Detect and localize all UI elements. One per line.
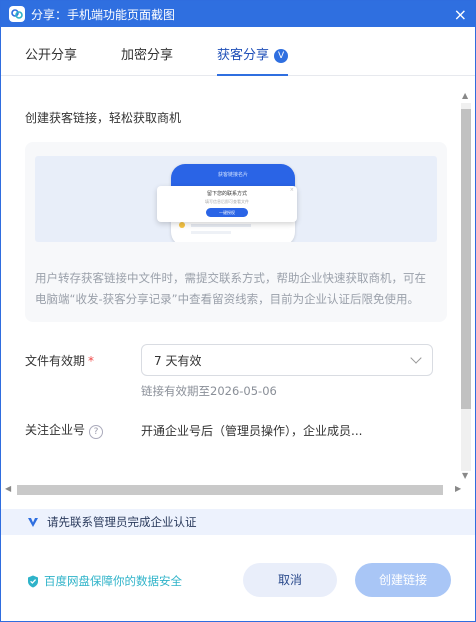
help-icon[interactable]: ?: [89, 425, 104, 439]
enterprise-label-text: 关注企业号: [25, 423, 86, 437]
shield-icon: [28, 575, 38, 587]
required-mark: *: [88, 353, 95, 368]
validity-value: 7 天有效: [154, 353, 202, 368]
dialog-button: 一键授权: [206, 208, 248, 217]
enterprise-row: 关注企业号? 开通企业号后（管理员操作），企业成员...: [25, 421, 447, 439]
feature-illustration: 获客链接名片 × 留下您的联系方式 填写信息后即可查看文件 一键授权: [35, 156, 437, 242]
scrollbar-thumb[interactable]: [461, 109, 471, 409]
validity-hint: 链接有效期至2026-05-06: [141, 384, 277, 398]
app-logo-icon: [9, 6, 25, 22]
validity-row: 文件有效期 * 7 天有效: [25, 344, 447, 376]
title-bar: 分享：手机端功能页面截图 ×: [1, 1, 475, 27]
scroll-content: 创建获客链接，轻松获取商机 获客链接名片 × 留下您的联系方式 填写信息后即可查…: [1, 76, 475, 484]
feature-description: 用户转存获客链接中文件时，需提交联系方式，帮助企业快速获取商机，可在电脑端“收发…: [35, 271, 426, 306]
security-text: 百度网盘保障你的数据安全: [44, 574, 182, 588]
scrollbar-thumb[interactable]: [17, 485, 443, 495]
notice-text: 请先联系管理员完成企业认证: [47, 515, 197, 529]
placeholder-line: [191, 224, 251, 227]
tab-label: 获客分享: [217, 48, 270, 63]
tab-encrypted-share[interactable]: 加密分享: [121, 44, 173, 75]
tab-label: 公开分享: [25, 48, 78, 63]
dialog-subtitle: 填写信息后即可查看文件: [205, 199, 249, 204]
close-icon: ×: [289, 187, 294, 193]
enterprise-label: 关注企业号?: [25, 421, 141, 439]
security-note: 百度网盘保障你的数据安全: [27, 573, 182, 589]
chevron-down-icon: [410, 352, 422, 364]
dialog-footer: 百度网盘保障你的数据安全 取消 创建链接: [1, 561, 475, 601]
vertical-scrollbar[interactable]: ▲ ▼: [461, 91, 471, 483]
window-title: 分享：手机端功能页面截图: [31, 7, 176, 22]
section-headline: 创建获客链接，轻松获取商机: [25, 111, 182, 125]
share-tabs: 公开分享 加密分享 获客分享 V: [1, 27, 475, 76]
scroll-up-icon[interactable]: ▲: [462, 91, 468, 100]
tab-label: 加密分享: [121, 48, 174, 63]
dialog-title: 留下您的联系方式: [206, 191, 247, 197]
vip-badge-icon: V: [274, 49, 289, 63]
validity-label: 文件有效期 *: [25, 352, 141, 369]
validity-label-text: 文件有效期: [25, 353, 86, 368]
scroll-right-icon[interactable]: ▶: [455, 484, 461, 493]
phone-header-text: 获客链接名片: [171, 164, 295, 188]
share-dialog: 分享：手机端功能页面截图 × 公开分享 加密分享 获客分享 V 创建获客链接，轻松…: [0, 0, 476, 622]
cancel-button[interactable]: 取消: [243, 563, 337, 597]
contact-dialog-mockup: × 留下您的联系方式 填写信息后即可查看文件 一键授权: [157, 186, 297, 222]
scroll-left-icon[interactable]: ◀: [5, 484, 11, 493]
create-link-button[interactable]: 创建链接: [355, 563, 451, 597]
tab-public-share[interactable]: 公开分享: [25, 44, 77, 75]
certification-notice: 请先联系管理员完成企业认证: [1, 509, 475, 535]
validity-select[interactable]: 7 天有效: [141, 344, 433, 376]
close-icon[interactable]: ×: [454, 5, 467, 24]
horizontal-scrollbar[interactable]: ◀ ▶: [5, 484, 465, 496]
enterprise-value[interactable]: 开通企业号后（管理员操作），企业成员...: [141, 422, 362, 439]
scroll-down-icon[interactable]: ▼: [462, 471, 468, 480]
verify-icon: [28, 518, 38, 527]
avatar-dot: [179, 222, 185, 228]
tab-customer-share[interactable]: 获客分享 V: [217, 44, 289, 76]
placeholder-line: [191, 231, 231, 234]
feature-card: 获客链接名片 × 留下您的联系方式 填写信息后即可查看文件 一键授权 用户转存获…: [25, 142, 447, 322]
